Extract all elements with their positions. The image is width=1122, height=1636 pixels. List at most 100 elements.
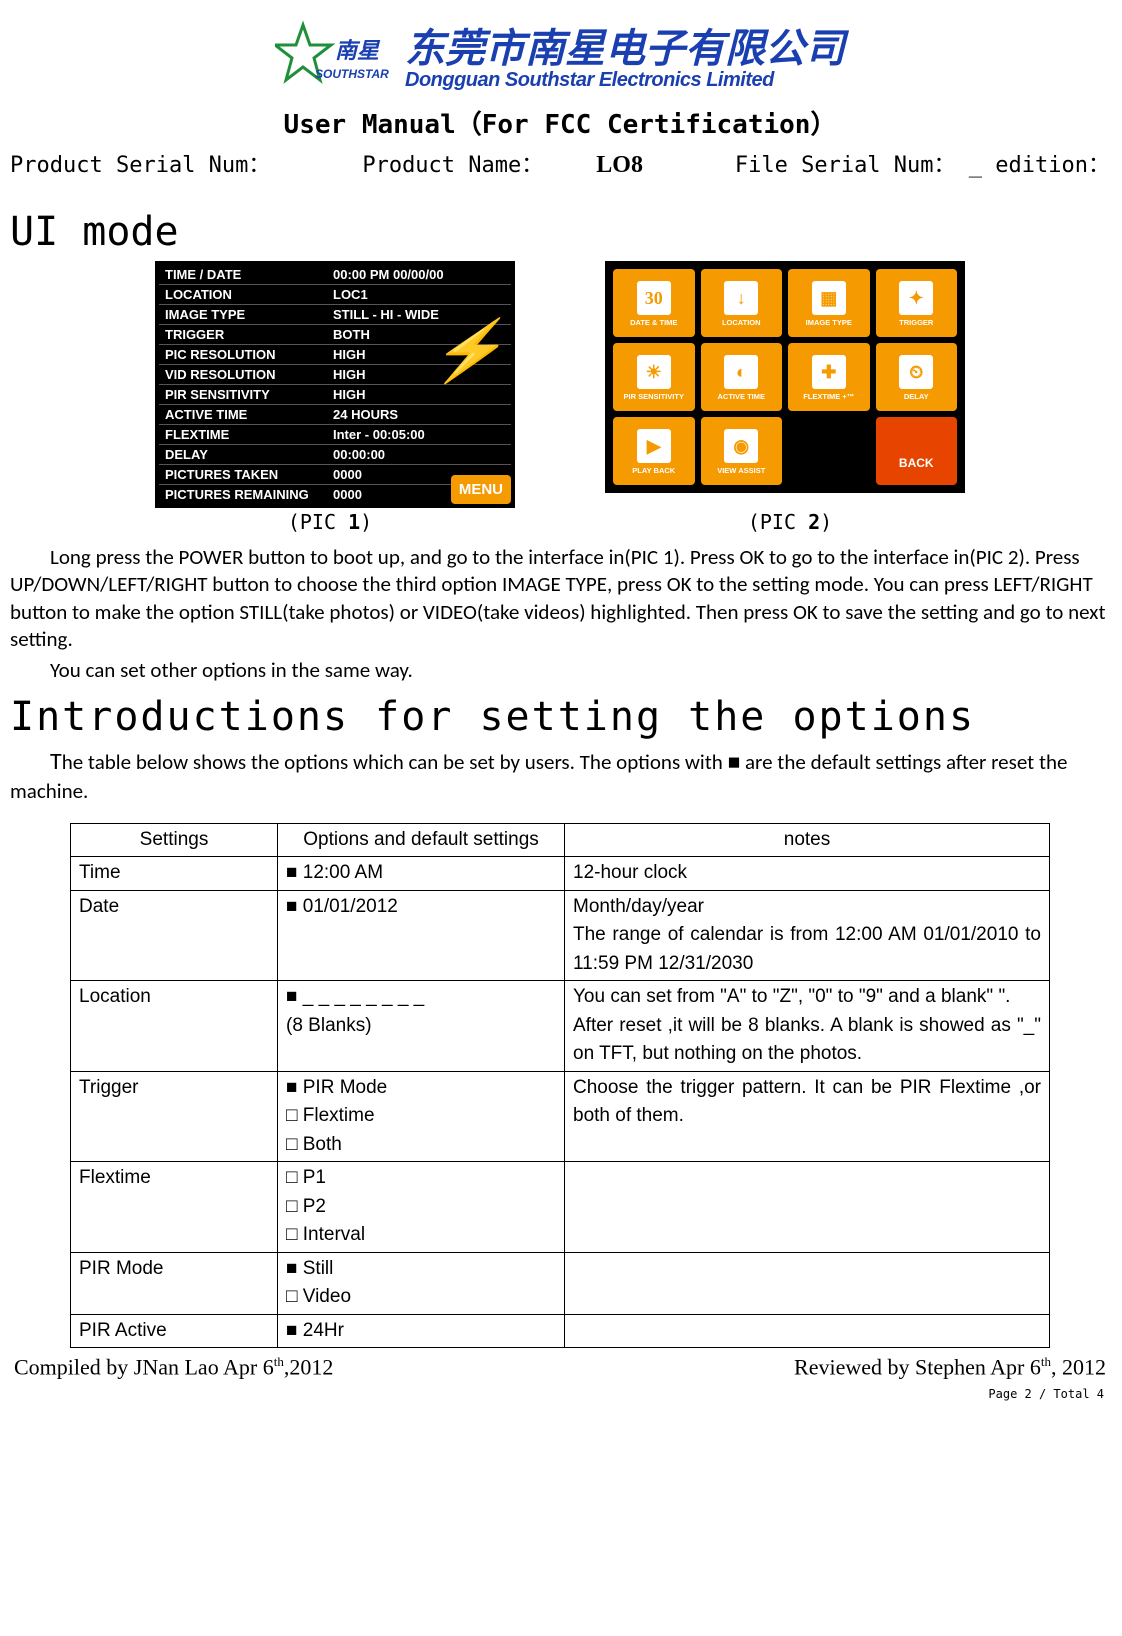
menu-tile[interactable]: ◉ VIEW ASSIST <box>701 417 783 485</box>
table-header-row: Settings Options and default settings no… <box>71 823 1050 857</box>
status-row-value: 00:00 PM 00/00/00 <box>331 265 511 284</box>
menu-tile[interactable]: ▦ IMAGE TYPE <box>788 269 870 337</box>
status-row: FLEXTIMEInter - 00:05:00 <box>159 424 511 444</box>
footer: Compiled by JNan Lao Apr 6th,2012 Review… <box>10 1354 1110 1380</box>
status-row-label: PIR SENSITIVITY <box>159 385 331 404</box>
cell-setting: PIR Active <box>71 1314 278 1348</box>
menu-tile-icon: ◉ <box>724 429 758 463</box>
menu-tile-icon: 30 <box>637 281 671 315</box>
status-row-label: IMAGE TYPE <box>159 305 331 324</box>
menu-tile[interactable]: ✚ FLEXTIME +™ <box>788 343 870 411</box>
svg-text:南星: 南星 <box>335 38 381 63</box>
compiled-by: Compiled by JNan Lao Apr 6th,2012 <box>14 1354 333 1380</box>
status-row-label: LOCATION <box>159 285 331 304</box>
status-row-value: 00:00:00 <box>331 445 511 464</box>
document-title: User Manual（For FCC Certification） <box>10 104 1110 141</box>
menu-button[interactable]: MENU <box>451 475 511 504</box>
cell-notes: 12-hour clock <box>565 857 1050 891</box>
status-row-value: Inter - 00:05:00 <box>331 425 511 444</box>
status-row: ACTIVE TIME24 HOURS <box>159 404 511 424</box>
menu-tile[interactable]: ⏲ DELAY <box>876 343 958 411</box>
table-row: Time■ 12:00 AM12-hour clock <box>71 857 1050 891</box>
status-row: LOCATIONLOC1 <box>159 284 511 304</box>
menu-tile-label: DELAY <box>904 393 929 401</box>
cell-setting: PIR Mode <box>71 1252 278 1314</box>
status-row-label: ACTIVE TIME <box>159 405 331 424</box>
cell-options: □ P1 □ P2 □ Interval <box>278 1162 565 1253</box>
status-row-label: PIC RESOLUTION <box>159 345 331 364</box>
menu-tile-icon: ↓ <box>724 281 758 315</box>
reviewed-by: Reviewed by Stephen Apr 6th, 2012 <box>794 1354 1106 1380</box>
paragraph-instructions-2: You can set other options in the same wa… <box>10 657 1110 684</box>
settings-table: Settings Options and default settings no… <box>70 823 1050 1349</box>
company-name-cn: 东莞市南星电子有限公司 <box>405 29 845 69</box>
status-row: TIME / DATE00:00 PM 00/00/00 <box>159 265 511 284</box>
table-row: Location■ _ _ _ _ _ _ _ _ (8 Blanks)You … <box>71 981 1050 1072</box>
cell-options: ■ 24Hr <box>278 1314 565 1348</box>
menu-tile[interactable]: 30 DATE & TIME <box>613 269 695 337</box>
menu-tile-icon: ▶ <box>637 429 671 463</box>
status-row: PIR SENSITIVITYHIGH <box>159 384 511 404</box>
pic1-screen: TIME / DATE00:00 PM 00/00/00LOCATIONLOC1… <box>155 261 515 508</box>
menu-tile-icon: ☀ <box>637 355 671 389</box>
menu-tile-icon: ⏲ <box>899 355 933 389</box>
status-row-label: PICTURES TAKEN <box>159 465 331 484</box>
menu-tile-icon: ◐ <box>724 355 758 389</box>
status-row-label: VID RESOLUTION <box>159 365 331 384</box>
status-row-label: FLEXTIME <box>159 425 331 444</box>
menu-tile-icon: ▦ <box>812 281 846 315</box>
th-settings: Settings <box>71 823 278 857</box>
menu-tile-label: IMAGE TYPE <box>806 319 852 327</box>
status-row-label: TIME / DATE <box>159 265 331 284</box>
table-row: PIR Active■ 24Hr <box>71 1314 1050 1348</box>
th-options: Options and default settings <box>278 823 565 857</box>
back-button[interactable]: BACK <box>876 417 958 485</box>
pic2-caption: (PIC 2) <box>610 510 970 534</box>
menu-tile-label: PLAY BACK <box>632 467 675 475</box>
status-row-label: PICTURES REMAINING <box>159 485 331 504</box>
status-row: DELAY00:00:00 <box>159 444 511 464</box>
product-serial-label: Product Serial Num： <box>10 147 270 179</box>
menu-tile[interactable]: ✦ TRIGGER <box>876 269 958 337</box>
menu-tile-label: DATE & TIME <box>630 319 677 327</box>
cell-options: ■ Still □ Video <box>278 1252 565 1314</box>
cell-setting: Flextime <box>71 1162 278 1253</box>
section-ui-mode: UI mode <box>10 209 1110 255</box>
cell-setting: Location <box>71 981 278 1072</box>
menu-tile-label: TRIGGER <box>899 319 933 327</box>
cell-setting: Date <box>71 890 278 981</box>
cell-options: ■ 01/01/2012 <box>278 890 565 981</box>
product-name: Product Name： LO8 <box>362 147 643 179</box>
menu-tile-icon: ✦ <box>899 281 933 315</box>
paragraph-table-intro: The table below shows the options which … <box>10 746 1110 804</box>
cell-notes: Choose the trigger pattern. It can be PI… <box>565 1071 1050 1162</box>
menu-tile[interactable]: ◐ACTIVE TIME <box>701 343 783 411</box>
table-row: Date■ 01/01/2012Month/day/year The range… <box>71 890 1050 981</box>
menu-tile-label: FLEXTIME +™ <box>803 393 854 401</box>
menu-tile[interactable]: ☀ PIR SENSITIVITY <box>613 343 695 411</box>
svg-text:SOUTHSTAR: SOUTHSTAR <box>315 67 389 81</box>
company-logo: 南星 SOUTHSTAR <box>275 20 395 100</box>
menu-tile[interactable]: ▶ PLAY BACK <box>613 417 695 485</box>
paragraph-instructions-1: Long press the POWER button to boot up, … <box>10 544 1110 653</box>
table-row: Flextime□ P1 □ P2 □ Interval <box>71 1162 1050 1253</box>
pic2-screen: 30 DATE & TIME ↓LOCATION ▦ IMAGE TYPE ✦ TRIGGE… <box>605 261 965 493</box>
cell-notes <box>565 1162 1050 1253</box>
menu-tile-icon: ✚ <box>812 355 846 389</box>
company-name-en: Dongguan Southstar Electronics Limited <box>405 69 845 92</box>
menu-tile[interactable]: ↓LOCATION <box>701 269 783 337</box>
status-row-label: DELAY <box>159 445 331 464</box>
back-button-label: BACK <box>899 457 934 469</box>
status-row-value: HIGH <box>331 385 511 404</box>
cell-notes <box>565 1314 1050 1348</box>
th-notes: notes <box>565 823 1050 857</box>
table-row: PIR Mode■ Still □ Video <box>71 1252 1050 1314</box>
menu-tile-label: VIEW ASSIST <box>717 467 765 475</box>
cell-notes: You can set from "A" to "Z", "0" to "9" … <box>565 981 1050 1072</box>
cell-options: ■ PIR Mode □ Flextime □ Both <box>278 1071 565 1162</box>
file-serial-label: File Serial Num： _ edition： <box>735 147 1110 179</box>
lightning-icon: ⚡ <box>430 315 505 386</box>
status-row-value: 24 HOURS <box>331 405 511 424</box>
menu-tile-label: PIR SENSITIVITY <box>624 393 684 401</box>
cell-notes <box>565 1252 1050 1314</box>
